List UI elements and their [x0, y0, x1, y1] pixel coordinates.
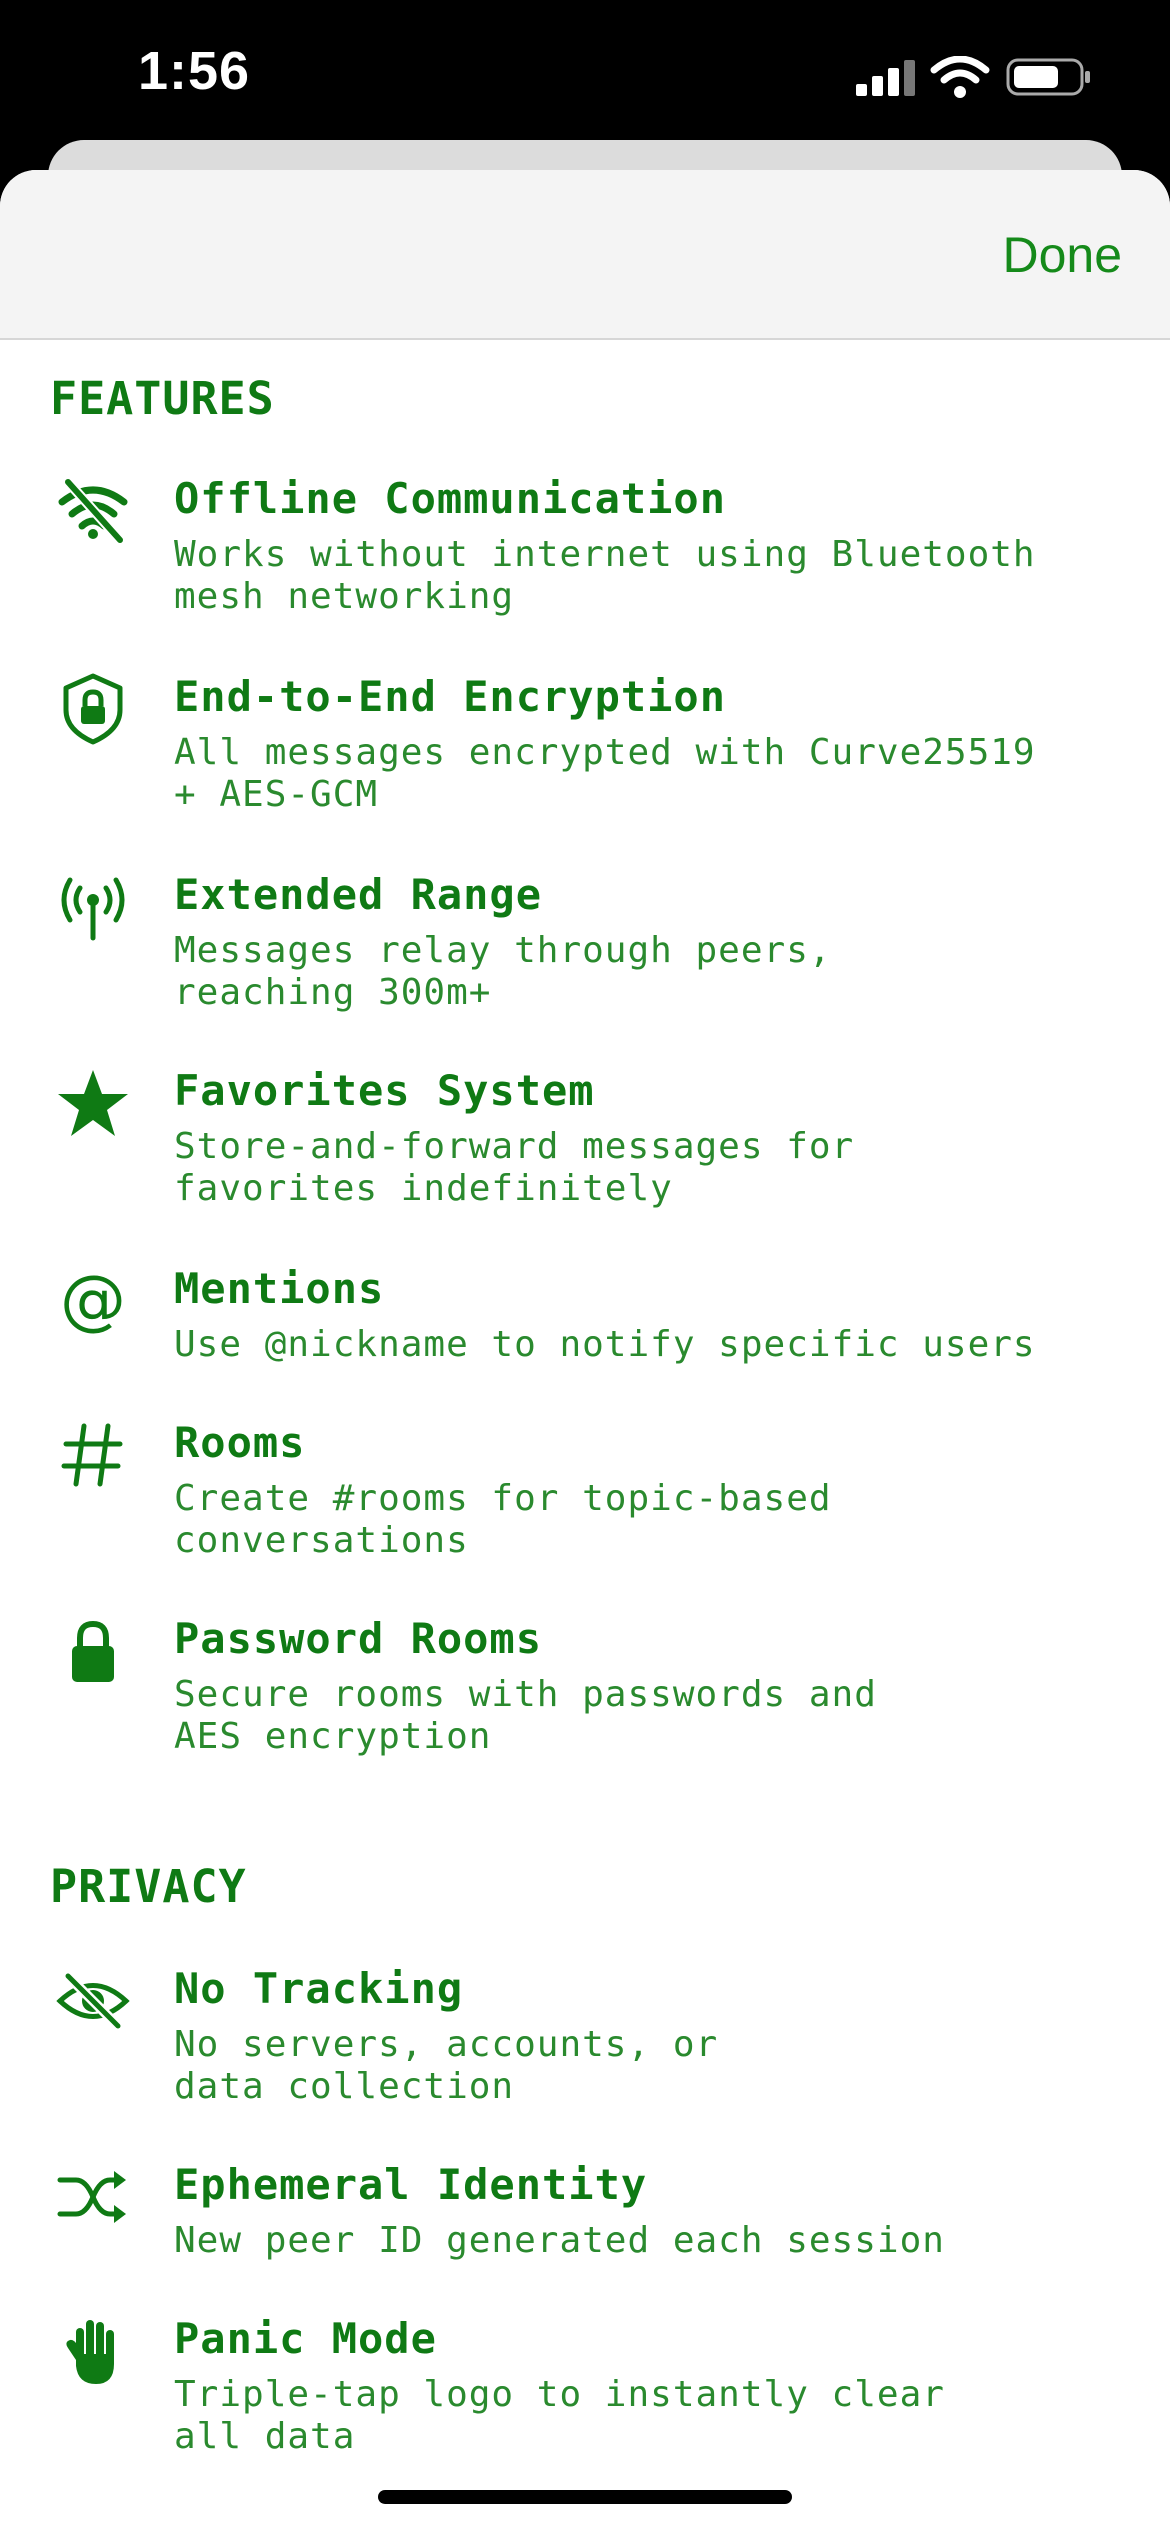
section-title-features: FEATURES: [50, 372, 275, 425]
feature-title: Extended Range: [174, 870, 543, 919]
hash-icon: [61, 1423, 123, 1487]
hand-raised-icon: [66, 2320, 114, 2384]
feature-description: All messages encrypted with Curve25519 +…: [174, 732, 1036, 815]
at-icon: @: [60, 1264, 126, 1338]
shuffle-icon: [57, 2171, 126, 2223]
feature-description: Messages relay through peers, reaching 3…: [174, 930, 832, 1013]
battery-icon: [1006, 58, 1090, 96]
feature-description: Works without internet using Bluetooth m…: [174, 534, 1036, 617]
feature-description: Use @nickname to notify specific users: [174, 1324, 1036, 1365]
svg-text:@: @: [60, 1264, 126, 1338]
home-indicator[interactable]: [378, 2490, 792, 2504]
feature-title: Offline Communication: [174, 474, 727, 523]
section-title-privacy: PRIVACY: [50, 1860, 247, 1913]
feature-title: Rooms: [174, 1418, 306, 1467]
feature-description: Store-and-forward messages for favorites…: [174, 1126, 855, 1209]
antenna-icon: [61, 877, 125, 941]
done-button[interactable]: Done: [1002, 226, 1122, 284]
feature-title: End-to-End Encryption: [174, 672, 727, 721]
eye-slash-icon: [56, 1971, 130, 2031]
feature-title: Favorites System: [174, 1066, 595, 1115]
feature-title: Ephemeral Identity: [174, 2160, 648, 2209]
lock-shield-icon: [63, 673, 123, 745]
cellular-signal-icon: [856, 60, 915, 96]
wifi-off-icon: [58, 477, 128, 545]
feature-title: Panic Mode: [174, 2314, 437, 2363]
app-info-sheet: Done FEATURES Offline Communication Work…: [0, 170, 1170, 2532]
feature-title: Password Rooms: [174, 1614, 543, 1663]
feature-title: No Tracking: [174, 1964, 464, 2013]
feature-description: No servers, accounts, or data collection: [174, 2024, 719, 2107]
feature-description: New peer ID generated each session: [174, 2220, 945, 2261]
sheet-nav-bar: Done: [0, 170, 1170, 340]
status-bar: 1:56: [0, 0, 1170, 150]
status-time: 1:56: [138, 41, 251, 101]
lock-icon: [72, 1620, 114, 1682]
feature-description: Create #rooms for topic-based conversati…: [174, 1478, 832, 1561]
feature-description: Secure rooms with passwords and AES encr…: [174, 1674, 877, 1757]
star-icon: [58, 1070, 128, 1136]
wifi-icon: [930, 56, 990, 98]
feature-title: Mentions: [174, 1264, 385, 1313]
feature-description: Triple-tap logo to instantly clear all d…: [174, 2374, 945, 2457]
